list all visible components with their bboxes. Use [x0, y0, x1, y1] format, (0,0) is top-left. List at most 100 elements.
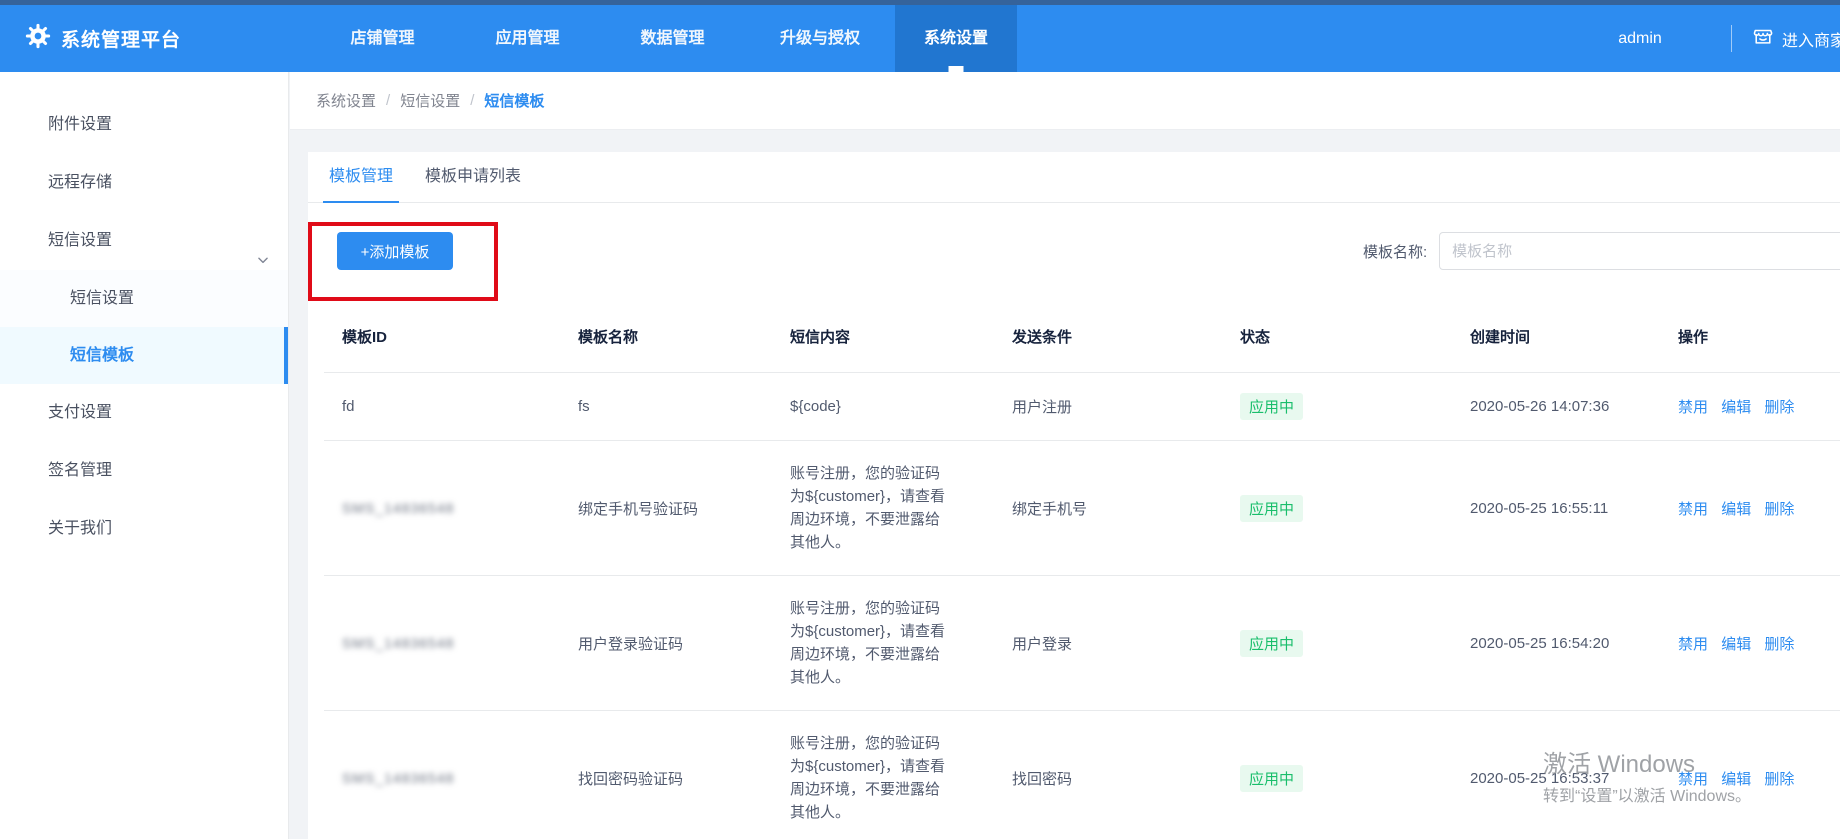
nav-item-data-management[interactable]: 数据管理	[600, 5, 745, 72]
delete-link[interactable]: 删除	[1764, 771, 1794, 788]
templates-table: 模板ID 模板名称 短信内容 发送条件 状态 创建时间 操作 fd fs ${c…	[324, 300, 1840, 839]
col-header-template-id: 模板ID	[324, 326, 560, 347]
status-badge: 应用中	[1240, 765, 1303, 792]
tab-bar: 模板管理 模板申请列表	[308, 152, 1840, 203]
status-badge: 应用中	[1240, 495, 1303, 522]
cell-status: 应用中	[1222, 765, 1452, 792]
cell-sms-content: 账号注册，您的验证码为${customer}，请查看周边环境，不要泄露给其他人。	[772, 597, 950, 689]
blurred-template-id: SMS_14836548	[342, 635, 454, 651]
sidebar-item-label: 签名管理	[48, 462, 112, 479]
sidebar-item-label: 短信设置	[48, 232, 112, 249]
status-badge: 应用中	[1240, 630, 1303, 657]
cell-status: 应用中	[1222, 495, 1452, 522]
cell-status: 应用中	[1222, 393, 1452, 420]
username[interactable]: admin	[1600, 5, 1680, 72]
blurred-template-id: SMS_14836548	[342, 500, 454, 516]
nav-item-app-management[interactable]: 应用管理	[455, 5, 600, 72]
nav-item-system-settings[interactable]: 系统设置	[895, 5, 1017, 72]
sidebar-item-about-us[interactable]: 关于我们	[0, 500, 288, 558]
col-header-created-time: 创建时间	[1452, 326, 1660, 347]
search-group: 模板名称:	[1363, 232, 1840, 270]
cell-created-time: 2020-05-25 16:54:20	[1452, 635, 1660, 652]
cell-created-time: 2020-05-25 16:55:11	[1452, 500, 1660, 517]
breadcrumb-separator: /	[470, 92, 474, 109]
cell-template-name: 绑定手机号验证码	[560, 498, 772, 519]
edit-link[interactable]: 编辑	[1721, 636, 1751, 653]
cell-template-id: SMS_14836548	[324, 635, 560, 652]
nav-item-upgrade-authorization[interactable]: 升级与授权	[745, 5, 895, 72]
cell-actions: 禁用 编辑 删除	[1660, 498, 1840, 519]
breadcrumb-sms-settings[interactable]: 短信设置	[400, 90, 460, 111]
sidebar-item-sms-settings-group[interactable]: 短信设置	[0, 212, 288, 270]
sidebar-item-label: 支付设置	[48, 404, 112, 421]
tab-template-application-list[interactable]: 模板申请列表	[419, 152, 527, 203]
disable-link[interactable]: 禁用	[1678, 636, 1708, 653]
sidebar-subitem-label: 短信模板	[70, 347, 134, 364]
cell-created-time: 2020-05-26 14:07:36	[1452, 398, 1660, 415]
delete-link[interactable]: 删除	[1764, 399, 1794, 416]
sidebar-item-label: 关于我们	[48, 520, 112, 537]
table-row: SMS_14836548 绑定手机号验证码 账号注册，您的验证码为${custo…	[324, 441, 1840, 576]
cell-actions: 禁用 编辑 删除	[1660, 396, 1840, 417]
content-card: 模板管理 模板申请列表 +添加模板 模板名称: 模板ID 模板名称 短信内容 发…	[308, 152, 1840, 839]
sidebar-subitem-sms-settings[interactable]: 短信设置	[0, 270, 288, 327]
cell-send-condition: 找回密码	[994, 768, 1222, 789]
top-navigation: 店铺管理 应用管理 数据管理 升级与授权 系统设置	[310, 5, 1017, 72]
breadcrumb-system-settings[interactable]: 系统设置	[316, 90, 376, 111]
search-label: 模板名称:	[1363, 241, 1427, 262]
enter-shop-label: 进入商家	[1782, 27, 1840, 51]
add-template-button[interactable]: +添加模板	[337, 232, 453, 270]
col-header-send-condition: 发送条件	[994, 326, 1222, 347]
edit-link[interactable]: 编辑	[1721, 399, 1751, 416]
nav-item-shop-management[interactable]: 店铺管理	[310, 5, 455, 72]
breadcrumb-sms-templates: 短信模板	[484, 90, 544, 111]
col-header-template-name: 模板名称	[560, 326, 772, 347]
col-header-status: 状态	[1222, 326, 1452, 347]
delete-link[interactable]: 删除	[1764, 636, 1794, 653]
cell-template-id: SMS_14836548	[324, 770, 560, 787]
table-row: SMS_14836548 用户登录验证码 账号注册，您的验证码为${custom…	[324, 576, 1840, 711]
status-badge: 应用中	[1240, 393, 1303, 420]
sidebar-subitem-sms-templates[interactable]: 短信模板	[0, 327, 288, 384]
table-row: fd fs ${code} 用户注册 应用中 2020-05-26 14:07:…	[324, 373, 1840, 441]
sidebar-item-label: 附件设置	[48, 116, 112, 133]
cell-send-condition: 绑定手机号	[994, 498, 1222, 519]
gear-logo-icon	[25, 23, 51, 54]
blurred-template-id: SMS_14836548	[342, 770, 454, 786]
tab-template-management[interactable]: 模板管理	[323, 152, 399, 203]
sidebar: 附件设置 远程存储 短信设置 短信设置 短信模板 支付设置 签名管理 关于我们	[0, 72, 289, 839]
topbar: 系统管理平台 店铺管理 应用管理 数据管理 升级与授权 系统设置 admin 进…	[0, 0, 1840, 72]
breadcrumb: 系统设置 / 短信设置 / 短信模板	[290, 72, 1840, 130]
app-logo: 系统管理平台	[25, 5, 181, 72]
sidebar-item-remote-storage[interactable]: 远程存储	[0, 154, 288, 212]
delete-link[interactable]: 删除	[1764, 501, 1794, 518]
cell-status: 应用中	[1222, 630, 1452, 657]
sidebar-item-label: 远程存储	[48, 174, 112, 191]
col-header-actions: 操作	[1660, 326, 1840, 347]
main-content: 系统设置 / 短信设置 / 短信模板 模板管理 模板申请列表 +添加模板 模板名…	[290, 72, 1840, 839]
edit-link[interactable]: 编辑	[1721, 501, 1751, 518]
cell-actions: 禁用 编辑 删除	[1660, 633, 1840, 654]
storefront-icon	[1752, 25, 1774, 52]
table-header-row: 模板ID 模板名称 短信内容 发送条件 状态 创建时间 操作	[324, 300, 1840, 373]
cell-actions: 禁用 编辑 删除	[1660, 768, 1840, 789]
enter-shop-button[interactable]: 进入商家	[1744, 5, 1840, 72]
cell-template-name: 找回密码验证码	[560, 768, 772, 789]
sidebar-item-payment-settings[interactable]: 支付设置	[0, 384, 288, 442]
disable-link[interactable]: 禁用	[1678, 399, 1708, 416]
cell-send-condition: 用户注册	[994, 396, 1222, 417]
edit-link[interactable]: 编辑	[1721, 771, 1751, 788]
sidebar-item-signature-management[interactable]: 签名管理	[0, 442, 288, 500]
col-header-sms-content: 短信内容	[772, 326, 994, 347]
sidebar-subitem-label: 短信设置	[70, 290, 134, 307]
table-row: SMS_14836548 找回密码验证码 账号注册，您的验证码为${custom…	[324, 711, 1840, 839]
cell-template-id: SMS_14836548	[324, 500, 560, 517]
breadcrumb-separator: /	[386, 92, 390, 109]
disable-link[interactable]: 禁用	[1678, 771, 1708, 788]
disable-link[interactable]: 禁用	[1678, 501, 1708, 518]
topbar-divider	[1731, 25, 1732, 52]
cell-send-condition: 用户登录	[994, 633, 1222, 654]
sidebar-item-attachment-settings[interactable]: 附件设置	[0, 96, 288, 154]
template-name-input[interactable]	[1439, 232, 1840, 270]
cell-template-name: fs	[560, 398, 772, 415]
